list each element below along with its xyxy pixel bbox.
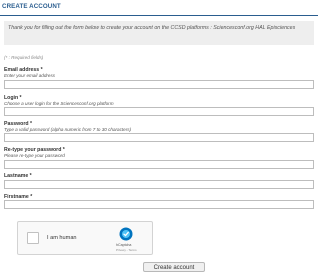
captcha-privacy-terms-links[interactable]: Privacy - Terms bbox=[116, 248, 137, 252]
lastname-field[interactable] bbox=[4, 180, 314, 189]
page-header: CREATE ACCOUNT bbox=[0, 0, 318, 16]
captcha-checkbox[interactable] bbox=[27, 232, 39, 244]
login-hint: Choose a user login for the Sciencesconf… bbox=[4, 101, 114, 106]
email-field[interactable] bbox=[4, 80, 314, 89]
retype-password-hint: Please re-type your password bbox=[4, 153, 65, 158]
captcha-brand: hCaptcha bbox=[116, 243, 132, 247]
email-hint: Enter your email address bbox=[4, 73, 56, 78]
create-account-button[interactable]: Create account bbox=[143, 262, 205, 272]
page-title: CREATE ACCOUNT bbox=[2, 3, 61, 10]
lastname-label: Lastname * bbox=[4, 173, 32, 179]
captcha-label: I am human bbox=[47, 235, 77, 241]
retype-password-field[interactable] bbox=[4, 160, 314, 169]
firstname-field[interactable] bbox=[4, 200, 314, 209]
password-field[interactable] bbox=[4, 133, 314, 142]
captcha-widget: I am human hCaptcha Privacy - Terms bbox=[17, 221, 153, 255]
intro-box: Thank you for filling out the form below… bbox=[4, 21, 314, 45]
login-field[interactable] bbox=[4, 107, 314, 116]
password-hint: Type a valid password (alpha numeric fro… bbox=[4, 127, 132, 132]
intro-text: Thank you for filling out the form below… bbox=[8, 25, 296, 31]
required-fields-note: (* : Required fields) bbox=[4, 55, 44, 60]
hcaptcha-logo-icon bbox=[119, 227, 133, 241]
